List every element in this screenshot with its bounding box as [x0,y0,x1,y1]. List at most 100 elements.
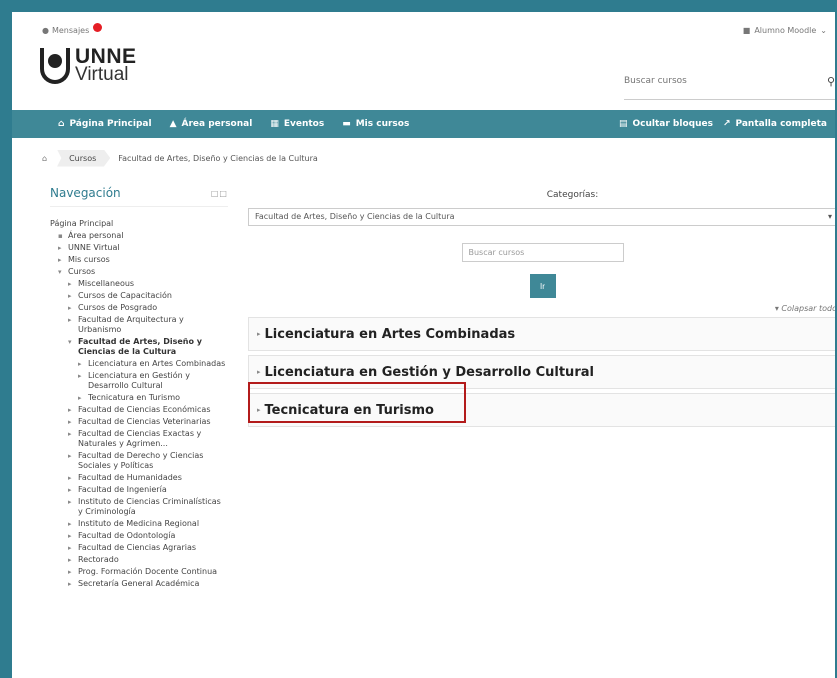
nav-home-label: Página Principal [69,119,152,129]
fullscreen-button[interactable]: ↗ Pantalla completa [723,119,827,129]
collapse-all-label: Colapsar todo [781,304,837,313]
bullet-icon: ▪ [58,232,63,240]
logo-mark-icon [40,48,70,84]
nav-tree-item[interactable]: Página Principal [50,219,228,229]
nav-right: ▤ Ocultar bloques ↗ Pantalla completa [619,110,827,138]
nav-tree-item[interactable]: ▸ Facultad de Ciencias Exactas y Naturale… [50,429,228,449]
triangle-right-icon: ▸ [68,406,72,414]
triangle-right-icon: ▸ [257,330,261,338]
navigation-tree: Página Principal ▪ Área personal ▸ UNNE Vi… [50,219,228,589]
triangle-right-icon: ▸ [58,244,62,252]
triangle-right-icon: ▸ [78,394,82,402]
subcategory-title: Licenciatura en Artes Combinadas [264,326,516,342]
home-icon: ⌂ [58,119,65,129]
nav-tree-item[interactable]: ▸ Facultad de Ciencias Veterinarias [50,417,228,427]
triangle-right-icon: ▸ [68,568,72,576]
nav-home[interactable]: ⌂ Página Principal [58,119,152,129]
nav-tree-item[interactable]: ▸ Facultad de Odontología [50,531,228,541]
nav-tree-item[interactable]: ▸ Facultad de Derecho y Ciencias Sociales… [50,451,228,471]
categories-label: Categorías: [546,190,599,200]
nav-tree-item[interactable]: ▸ Facultad de Humanidades [50,473,228,483]
nav-tree-item[interactable]: ▾ Cursos [50,267,228,277]
dashboard-icon: ▲ [169,119,177,129]
nav-tree-item[interactable]: ▸ Licenciatura en Gestión y Desarrollo Cu… [50,371,228,391]
header-search: ⚲ [624,66,835,100]
messages-link[interactable]: ● Mensajes [42,23,103,35]
highlight-annotation [248,382,466,423]
nav-tree-item[interactable]: ▸ Secretaría General Académica [50,579,228,589]
triangle-right-icon: ▸ [68,304,72,312]
nav-tree-item[interactable]: ▸ Facultad de Arquitectura y Urbanismo [50,315,228,335]
header-search-input[interactable] [624,66,814,96]
navigation-block-header: Navegación □□ [50,186,228,207]
triangle-right-icon: ▸ [68,544,72,552]
nav-tree-item-active[interactable]: ▾ Facultad de Artes, Diseño y Ciencias de… [50,337,228,357]
nav-my-courses-label: Mis cursos [355,119,410,129]
triangle-right-icon: ▸ [257,368,261,376]
caret-down-icon: ▾ [827,212,832,221]
folder-icon: ▬ [342,119,351,129]
breadcrumb-current: Facultad de Artes, Diseño y Ciencias de … [118,153,318,163]
nav-tree-item[interactable]: ▸ Facultad de Ciencias Agrarias [50,543,228,553]
calendar-icon: ▦ [270,119,279,129]
subcategory-title: Licenciatura en Gestión y Desarrollo Cul… [264,364,594,380]
triangle-right-icon: ▸ [68,430,72,438]
nav-tree-item[interactable]: ▸ Instituto de Medicina Regional [50,519,228,529]
hide-blocks-label: Ocultar bloques [632,119,713,129]
triangle-right-icon: ▸ [68,532,72,540]
subcategory-item[interactable]: ▸ Licenciatura en Artes Combinadas [248,317,835,351]
user-menu[interactable]: ■ Alumno Moodle ⌄ [743,26,827,35]
breadcrumb-courses[interactable]: Cursos [57,149,111,167]
nav-tree-item[interactable]: ▸ Prog. Formación Docente Continua [50,567,228,577]
search-icon[interactable]: ⚲ [827,75,835,88]
navigation-block: Navegación □□ Página Principal ▪ Área per… [50,186,228,591]
nav-tree-item[interactable]: ▸ Cursos de Posgrado [50,303,228,313]
nav-tree-item[interactable]: ▸ Cursos de Capacitación [50,291,228,301]
triangle-right-icon: ▸ [78,372,82,380]
nav-tree-item[interactable]: ▸ Rectorado [50,555,228,565]
nav-tree-item[interactable]: ▸ Facultad de Ingeniería [50,485,228,495]
go-button[interactable]: Ir [529,274,556,298]
fullscreen-label: Pantalla completa [735,119,828,129]
nav-dashboard[interactable]: ▲ Área personal [170,119,253,129]
triangle-right-icon: ▸ [68,280,72,288]
triangle-down-icon: ▾ [774,304,779,313]
triangle-down-icon: ▾ [58,268,62,276]
site-logo[interactable]: UNNE Virtual [40,46,137,85]
course-search-input[interactable]: Buscar cursos [461,243,624,262]
triangle-right-icon: ▸ [68,580,72,588]
triangle-right-icon: ▸ [68,474,72,482]
home-icon[interactable]: ⌂ [42,154,47,163]
chat-icon: ● [42,26,49,35]
user-icon: ■ [742,26,751,35]
nav-events[interactable]: ▦ Eventos [270,119,324,129]
nav-tree-item[interactable]: ▪ Área personal [50,231,228,241]
chevron-down-icon: ⌄ [820,26,827,35]
logo-text-line2: Virtual [75,64,129,85]
list-icon: ▤ [618,119,628,129]
nav-my-courses[interactable]: ▬ Mis cursos [342,119,409,129]
category-select[interactable]: Facultad de Artes, Diseño y Ciencias de … [248,208,835,226]
hide-blocks-button[interactable]: ▤ Ocultar bloques [619,119,713,129]
triangle-right-icon: ▸ [68,486,72,494]
nav-tree-item[interactable]: ▸ Mis cursos [50,255,228,265]
nav-tree-item[interactable]: ▸ Tecnicatura en Turismo [50,393,228,403]
nav-events-label: Eventos [283,119,325,129]
nav-tree-item[interactable]: ▸ Facultad de Ciencias Económicas [50,405,228,415]
nav-tree-item[interactable]: ▸ Instituto de Ciencias Criminalísticas y… [50,497,228,517]
nav-tree-item[interactable]: ▸ Licenciatura en Artes Combinadas [50,359,228,369]
collapse-all-link[interactable]: ▾ Colapsar todo [248,304,837,313]
block-controls-icon[interactable]: □□ [211,189,228,198]
notification-badge [93,23,103,32]
nav-dashboard-label: Área personal [181,119,253,129]
triangle-right-icon: ▸ [78,360,82,368]
nav-tree-item[interactable]: ▸ UNNE Virtual [50,243,228,253]
category-select-value: Facultad de Artes, Diseño y Ciencias de … [255,212,455,221]
triangle-right-icon: ▸ [58,256,62,264]
triangle-right-icon: ▸ [68,498,72,506]
triangle-right-icon: ▸ [68,292,72,300]
triangle-right-icon: ▸ [68,520,72,528]
messages-label: Mensajes [51,26,90,35]
nav-tree-item[interactable]: ▸ Miscellaneous [50,279,228,289]
user-name: Alumno Moodle [754,26,817,35]
